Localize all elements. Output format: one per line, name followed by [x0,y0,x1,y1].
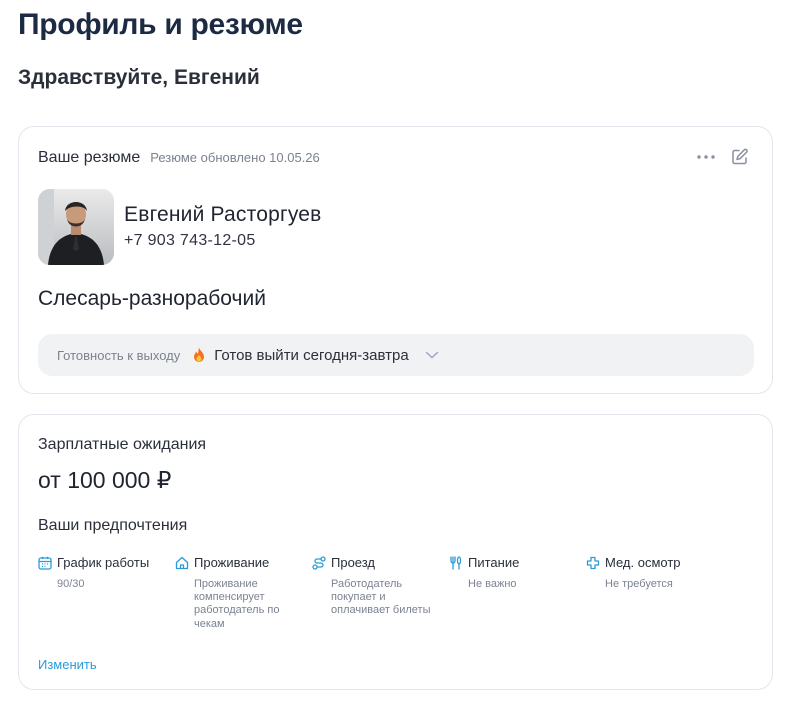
pref-housing: Проживание Проживание компенсирует работ… [175,555,305,631]
resume-title: Ваше резюме [38,149,141,166]
pref-travel: Проезд Работодатель покупает и оплачивае… [312,555,442,618]
greeting: Здравствуйте, Евгений [18,66,260,89]
resume-updated-date: Резюме обновлено 10.05.26 [150,150,320,165]
pref-value: Не требуется [605,578,673,590]
resume-header: Ваше резюме Резюме обновлено 10.05.26 [38,149,320,167]
preferences-title: Ваши предпочтения [38,517,188,534]
pref-value: Не важно [468,578,517,590]
salary-label: Зарплатные ожидания [38,436,207,453]
page-title: Профиль и резюме [18,8,303,41]
edit-preferences-link[interactable]: Изменить [38,657,97,672]
pref-food: Питание Не важно [449,555,579,591]
chevron-down-icon [425,351,438,359]
resume-card: Ваше резюме Резюме обновлено 10.05.26 Ев… [18,126,773,394]
route-icon [312,555,326,570]
cutlery-icon [450,555,462,570]
pref-value: Работодатель покупает и оплачивает билет… [331,578,431,617]
job-position: Слесарь-разнорабочий [38,287,266,310]
pref-label: Мед. осмотр [605,555,681,570]
pref-label: Проживание [194,555,270,570]
more-dots-icon [697,155,715,159]
salary-card: Зарплатные ожидания от 100 000 ₽ Ваши пр… [18,414,773,690]
resume-actions [696,147,750,167]
more-options-button[interactable] [696,147,716,167]
pref-value: Проживание компенсирует работодатель по … [194,578,280,630]
person-phone: +7 903 743-12-05 [124,232,256,249]
pref-label: Проезд [331,555,376,570]
home-icon [175,556,189,569]
readiness-value: Готов выйти сегодня-завтра [214,346,409,364]
pref-label: График работы [57,555,150,570]
pref-value: 90/30 [57,578,85,590]
readiness-label: Готовность к выходу [57,347,181,363]
person-name: Евгений Расторгуев [124,203,322,226]
preferences-list: График работы 90/30 Проживание Проживани… [38,555,738,655]
pref-work-schedule: График работы 90/30 [38,555,168,591]
pref-label: Питание [468,555,520,570]
avatar-photo-icon [38,189,114,265]
person-info: Евгений Расторгуев +7 903 743-12-05 [124,203,322,250]
pref-medical: Мед. осмотр Не требуется [586,555,716,591]
medical-cross-icon [586,556,600,569]
salary-value: от 100 000 ₽ [38,467,172,493]
edit-resume-button[interactable] [730,147,750,167]
calendar-icon [38,556,52,570]
readiness-dropdown[interactable]: Готовность к выходу Готов выйти сегодня-… [38,334,754,376]
edit-icon [732,148,748,165]
fire-icon [192,347,206,363]
avatar[interactable] [38,189,114,265]
